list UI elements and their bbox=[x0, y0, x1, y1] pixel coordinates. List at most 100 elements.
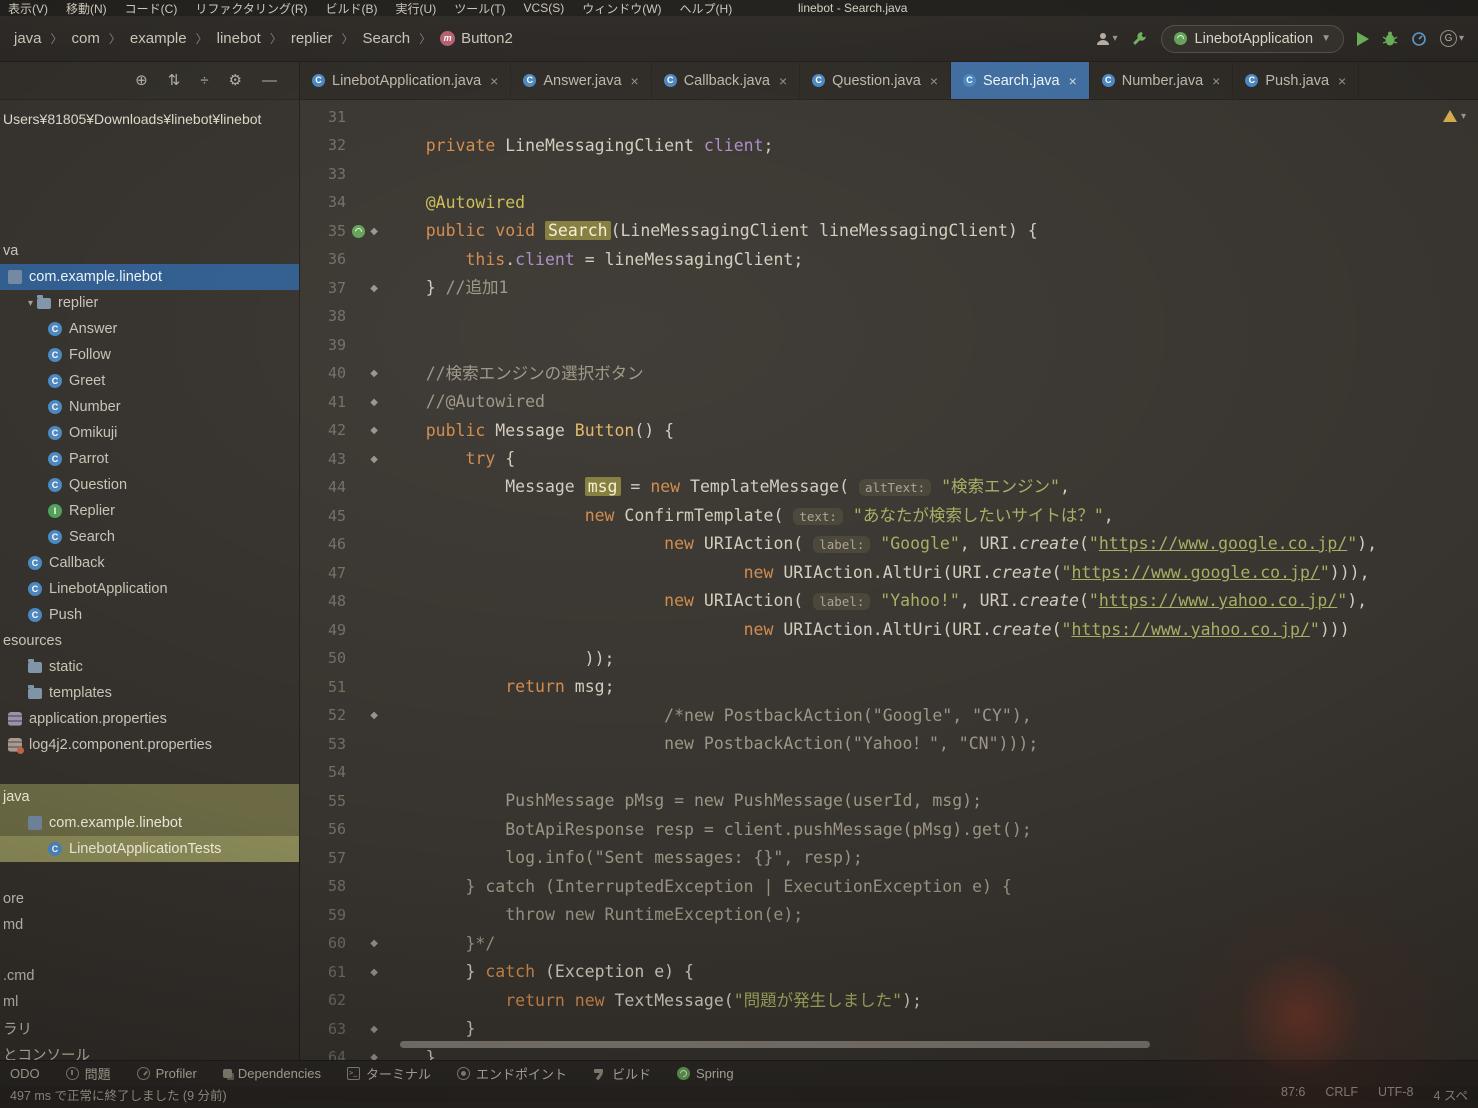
breadcrumb-item[interactable]: linebot bbox=[217, 30, 261, 47]
tree-item[interactable]: application.properties bbox=[0, 706, 299, 732]
code-line[interactable]: 40◆ //検索エンジンの選択ボタン bbox=[300, 360, 1478, 389]
tree-item[interactable]: ore bbox=[0, 886, 299, 912]
spring-bean-icon[interactable] bbox=[352, 225, 365, 238]
tab-close-icon[interactable]: × bbox=[779, 73, 787, 89]
menu-item[interactable]: 表示(V) bbox=[8, 0, 48, 16]
line-number[interactable]: 61 bbox=[328, 963, 346, 981]
code-line[interactable]: 31 bbox=[300, 103, 1478, 132]
run-button[interactable] bbox=[1357, 32, 1369, 46]
code-line[interactable]: 56 BotApiResponse resp = client.pushMess… bbox=[300, 816, 1478, 845]
breadcrumb-item[interactable]: com bbox=[72, 30, 100, 47]
fold-marker-icon[interactable]: ◆ bbox=[370, 397, 378, 408]
fold-marker-icon[interactable]: ◆ bbox=[370, 368, 378, 379]
line-number[interactable]: 60 bbox=[328, 934, 346, 952]
line-number[interactable]: 64 bbox=[328, 1048, 346, 1060]
code-line[interactable]: 60◆ }*/ bbox=[300, 930, 1478, 959]
line-number[interactable]: 33 bbox=[328, 165, 346, 183]
tree-item[interactable]: va bbox=[0, 238, 299, 264]
line-number[interactable]: 51 bbox=[328, 678, 346, 696]
user-profile-button[interactable]: ▾ bbox=[1095, 31, 1118, 47]
fold-marker-icon[interactable]: ◆ bbox=[370, 226, 378, 237]
tree-item[interactable]: IReplier bbox=[0, 498, 299, 524]
tree-item[interactable]: com.example.linebot bbox=[0, 810, 299, 836]
toolwindow-terminal[interactable]: ターミナル bbox=[347, 1064, 431, 1083]
tree-item[interactable]: ラリ bbox=[0, 1015, 299, 1041]
fold-marker-icon[interactable]: ◆ bbox=[370, 1024, 378, 1035]
code-line[interactable]: 33 bbox=[300, 160, 1478, 189]
code-line[interactable]: 57 log.info("Sent messages: {}", resp); bbox=[300, 844, 1478, 873]
line-number[interactable]: 54 bbox=[328, 763, 346, 781]
tree-item[interactable]: java bbox=[0, 784, 299, 810]
tree-item[interactable]: CAnswer bbox=[0, 316, 299, 342]
tree-item[interactable]: md bbox=[0, 912, 299, 938]
code-line[interactable]: 36 this.client = lineMessagingClient; bbox=[300, 246, 1478, 275]
tree-item[interactable]: とコンソール bbox=[0, 1041, 299, 1060]
line-number[interactable]: 44 bbox=[328, 478, 346, 496]
tree-item[interactable]: CGreet bbox=[0, 368, 299, 394]
code-line[interactable]: 54 bbox=[300, 759, 1478, 788]
tree-item[interactable]: CFollow bbox=[0, 342, 299, 368]
tab-linebotapplication-java[interactable]: CLinebotApplication.java× bbox=[300, 62, 511, 99]
line-number[interactable]: 62 bbox=[328, 991, 346, 1009]
horizontal-scrollbar[interactable] bbox=[400, 1041, 1150, 1048]
tree-item[interactable]: log4j2.component.properties bbox=[0, 732, 299, 758]
breadcrumb-item[interactable]: replier bbox=[291, 30, 333, 47]
code-line[interactable]: 35◆ public void Search(LineMessagingClie… bbox=[300, 217, 1478, 246]
line-number[interactable]: 34 bbox=[328, 193, 346, 211]
code-line[interactable]: 61◆ } catch (Exception e) { bbox=[300, 958, 1478, 987]
line-number[interactable]: 39 bbox=[328, 336, 346, 354]
tab-question-java[interactable]: CQuestion.java× bbox=[800, 62, 951, 99]
fold-marker-icon[interactable]: ◆ bbox=[370, 283, 378, 294]
project-root-path[interactable]: Users¥81805¥Downloads¥linebot¥linebot bbox=[0, 106, 299, 132]
line-number[interactable]: 47 bbox=[328, 564, 346, 582]
tab-push-java[interactable]: CPush.java× bbox=[1233, 62, 1359, 99]
code-line[interactable]: 44 Message msg = new TemplateMessage( al… bbox=[300, 474, 1478, 503]
line-number[interactable]: 55 bbox=[328, 792, 346, 810]
collapse-all-icon[interactable]: ÷ bbox=[200, 73, 208, 88]
line-number[interactable]: 57 bbox=[328, 849, 346, 867]
tab-close-icon[interactable]: × bbox=[490, 73, 498, 89]
code-line[interactable]: 46 new URIAction( label: "Google", URI.c… bbox=[300, 531, 1478, 560]
code-line[interactable]: 38 bbox=[300, 303, 1478, 332]
tree-item[interactable]: CParrot bbox=[0, 446, 299, 472]
tab-answer-java[interactable]: CAnswer.java× bbox=[511, 62, 651, 99]
locate-icon[interactable]: ⊕ bbox=[135, 73, 148, 88]
tab-callback-java[interactable]: CCallback.java× bbox=[652, 62, 800, 99]
status-item[interactable]: 4 スペ bbox=[1433, 1085, 1468, 1104]
line-number[interactable]: 42 bbox=[328, 421, 346, 439]
line-number[interactable]: 41 bbox=[328, 393, 346, 411]
tree-item[interactable]: CSearch bbox=[0, 524, 299, 550]
tab-close-icon[interactable]: × bbox=[1212, 73, 1220, 89]
line-number[interactable]: 50 bbox=[328, 649, 346, 667]
run-configuration-select[interactable]: LinebotApplication ▼ bbox=[1161, 25, 1344, 53]
tab-search-java[interactable]: CSearch.java× bbox=[951, 62, 1090, 99]
tree-item[interactable]: templates bbox=[0, 680, 299, 706]
code-line[interactable]: 51 return msg; bbox=[300, 673, 1478, 702]
code-line[interactable]: 50 )); bbox=[300, 645, 1478, 674]
code-line[interactable]: 32 private LineMessagingClient client; bbox=[300, 132, 1478, 161]
code-line[interactable]: 48 new URIAction( label: "Yahoo!", URI.c… bbox=[300, 588, 1478, 617]
code-line[interactable]: 39 bbox=[300, 331, 1478, 360]
menu-item[interactable]: ビルド(B) bbox=[326, 0, 378, 16]
toolwindow-build[interactable]: ビルド bbox=[593, 1064, 651, 1083]
line-number[interactable]: 32 bbox=[328, 136, 346, 154]
fold-marker-icon[interactable]: ◆ bbox=[370, 938, 378, 949]
tree-item[interactable]: ▾replier bbox=[0, 290, 299, 316]
tree-item[interactable]: CPush bbox=[0, 602, 299, 628]
fold-marker-icon[interactable]: ◆ bbox=[370, 967, 378, 978]
menu-item[interactable]: 実行(U) bbox=[396, 0, 437, 16]
profiler-button[interactable] bbox=[1411, 31, 1427, 47]
code-line[interactable]: 47 new URIAction.AltUri(URI.create("http… bbox=[300, 559, 1478, 588]
line-number[interactable]: 59 bbox=[328, 906, 346, 924]
build-project-button[interactable] bbox=[1131, 30, 1148, 47]
code-line[interactable]: 59 throw new RuntimeException(e); bbox=[300, 901, 1478, 930]
tree-item[interactable]: com.example.linebot bbox=[0, 264, 299, 290]
status-item[interactable]: 87:6 bbox=[1281, 1085, 1305, 1104]
line-number[interactable]: 49 bbox=[328, 621, 346, 639]
status-item[interactable]: UTF-8 bbox=[1378, 1085, 1413, 1104]
fold-marker-icon[interactable]: ◆ bbox=[370, 710, 378, 721]
toolwindow-spring[interactable]: Spring bbox=[677, 1066, 734, 1081]
code-line[interactable]: 45 new ConfirmTemplate( text: "あなたが検索したい… bbox=[300, 502, 1478, 531]
line-number[interactable]: 38 bbox=[328, 307, 346, 325]
menu-item[interactable]: ツール(T) bbox=[454, 0, 505, 16]
